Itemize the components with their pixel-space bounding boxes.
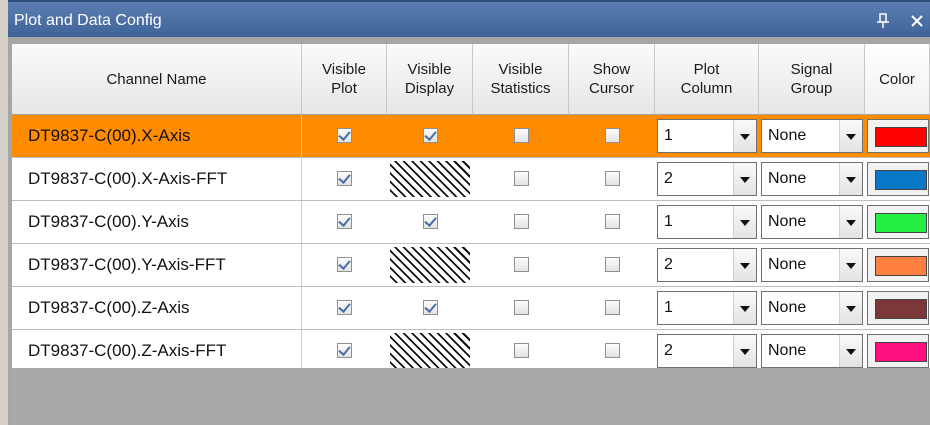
signal-group-dropdown-value: None [768,256,807,273]
color-swatch [875,213,927,233]
color-picker[interactable] [867,334,929,368]
signal-group-dropdown[interactable]: None [761,119,863,153]
visible-display-unavailable [390,247,470,283]
show-cursor-checkbox[interactable] [605,171,620,186]
plot-column-dropdown[interactable]: 1 [657,119,757,153]
color-swatch [875,256,927,276]
visible-plot-checkbox[interactable] [337,300,352,315]
chevron-down-icon[interactable] [839,292,862,324]
visible-display-checkbox[interactable] [423,300,438,315]
signal-group-dropdown[interactable]: None [761,248,863,282]
color-swatch [875,342,927,362]
color-picker[interactable] [867,119,929,153]
chevron-down-icon[interactable] [839,249,862,281]
color-picker[interactable] [867,162,929,196]
plot-column-dropdown[interactable]: 1 [657,291,757,325]
chevron-down-icon[interactable] [733,335,756,367]
visible-display-checkbox[interactable] [423,128,438,143]
visible-statistics-checkbox[interactable] [514,300,529,315]
chevron-down-icon[interactable] [733,249,756,281]
visible-display-unavailable [390,161,470,197]
plot-column-dropdown[interactable]: 2 [657,162,757,196]
chevron-down-icon[interactable] [839,206,862,238]
color-picker[interactable] [867,205,929,239]
plot-column-dropdown-value: 2 [664,170,673,187]
signal-group-dropdown-value: None [768,170,807,187]
chevron-down-icon[interactable] [733,206,756,238]
channel-name-cell[interactable]: DT9837-C(00).X-Axis [12,115,302,157]
table-row[interactable]: DT9837-C(00).X-Axis 1 None [12,115,930,158]
plot-column-dropdown[interactable]: 2 [657,248,757,282]
close-icon[interactable] [908,12,926,30]
plot-column-dropdown[interactable]: 1 [657,205,757,239]
table-row[interactable]: DT9837-C(00).X-Axis-FFT 2 None [12,158,930,201]
visible-plot-checkbox[interactable] [337,257,352,272]
plot-column-dropdown-value: 2 [664,342,673,359]
channel-name-cell[interactable]: DT9837-C(00).X-Axis-FFT [12,158,302,200]
header-color[interactable]: Color [865,44,930,115]
header-signal-group[interactable]: Signal Group [759,44,865,115]
signal-group-dropdown[interactable]: None [761,334,863,368]
plot-column-dropdown-value: 1 [664,127,673,144]
signal-group-dropdown-value: None [768,213,807,230]
plot-column-dropdown[interactable]: 2 [657,334,757,368]
visible-display-unavailable [390,333,470,369]
visible-plot-checkbox[interactable] [337,171,352,186]
table-row[interactable]: DT9837-C(00).Y-Axis-FFT 2 None [12,244,930,287]
channel-name-cell[interactable]: DT9837-C(00).Z-Axis [12,287,302,329]
header-plot-column[interactable]: Plot Column [655,44,759,115]
chevron-down-icon[interactable] [733,120,756,152]
color-swatch [875,127,927,147]
window-title: Plot and Data Config [14,12,162,29]
show-cursor-checkbox[interactable] [605,343,620,358]
chevron-down-icon[interactable] [839,335,862,367]
visible-statistics-checkbox[interactable] [514,343,529,358]
header-visible-plot[interactable]: Visible Plot [302,44,387,115]
header-channel-name[interactable]: Channel Name [12,44,302,115]
chevron-down-icon[interactable] [733,292,756,324]
show-cursor-checkbox[interactable] [605,214,620,229]
signal-group-dropdown-value: None [768,299,807,316]
signal-group-dropdown[interactable]: None [761,205,863,239]
channel-grid: Channel Name Visible Plot Visible Displa… [12,44,930,373]
pin-icon[interactable] [874,12,892,30]
plot-column-dropdown-value: 2 [664,256,673,273]
channel-name-cell[interactable]: DT9837-C(00).Y-Axis-FFT [12,244,302,286]
show-cursor-checkbox[interactable] [605,257,620,272]
empty-grid-area [12,368,930,425]
header-show-cursor[interactable]: Show Cursor [569,44,655,115]
visible-plot-checkbox[interactable] [337,128,352,143]
visible-statistics-checkbox[interactable] [514,128,529,143]
show-cursor-checkbox[interactable] [605,300,620,315]
signal-group-dropdown[interactable]: None [761,162,863,196]
visible-plot-checkbox[interactable] [337,214,352,229]
table-row[interactable]: DT9837-C(00).Y-Axis 1 None [12,201,930,244]
plot-data-config-panel: Plot and Data Config Channel Name Visibl… [8,0,930,425]
title-bar: Plot and Data Config [8,0,930,37]
chevron-down-icon[interactable] [733,163,756,195]
signal-group-dropdown-value: None [768,342,807,359]
visible-statistics-checkbox[interactable] [514,171,529,186]
visible-statistics-checkbox[interactable] [514,257,529,272]
show-cursor-checkbox[interactable] [605,128,620,143]
visible-plot-checkbox[interactable] [337,343,352,358]
header-visible-statistics[interactable]: Visible Statistics [473,44,569,115]
signal-group-dropdown-value: None [768,127,807,144]
chevron-down-icon[interactable] [839,163,862,195]
color-picker[interactable] [867,248,929,282]
chevron-down-icon[interactable] [839,120,862,152]
table-row[interactable]: DT9837-C(00).Z-Axis 1 None [12,287,930,330]
visible-statistics-checkbox[interactable] [514,214,529,229]
channel-name-cell[interactable]: DT9837-C(00).Y-Axis [12,201,302,243]
table-row[interactable]: DT9837-C(00).Z-Axis-FFT 2 None [12,330,930,373]
plot-column-dropdown-value: 1 [664,299,673,316]
plot-column-dropdown-value: 1 [664,213,673,230]
color-swatch [875,170,927,190]
visible-display-checkbox[interactable] [423,214,438,229]
signal-group-dropdown[interactable]: None [761,291,863,325]
header-visible-display[interactable]: Visible Display [387,44,473,115]
color-picker[interactable] [867,291,929,325]
color-swatch [875,299,927,319]
channel-name-cell[interactable]: DT9837-C(00).Z-Axis-FFT [12,330,302,372]
